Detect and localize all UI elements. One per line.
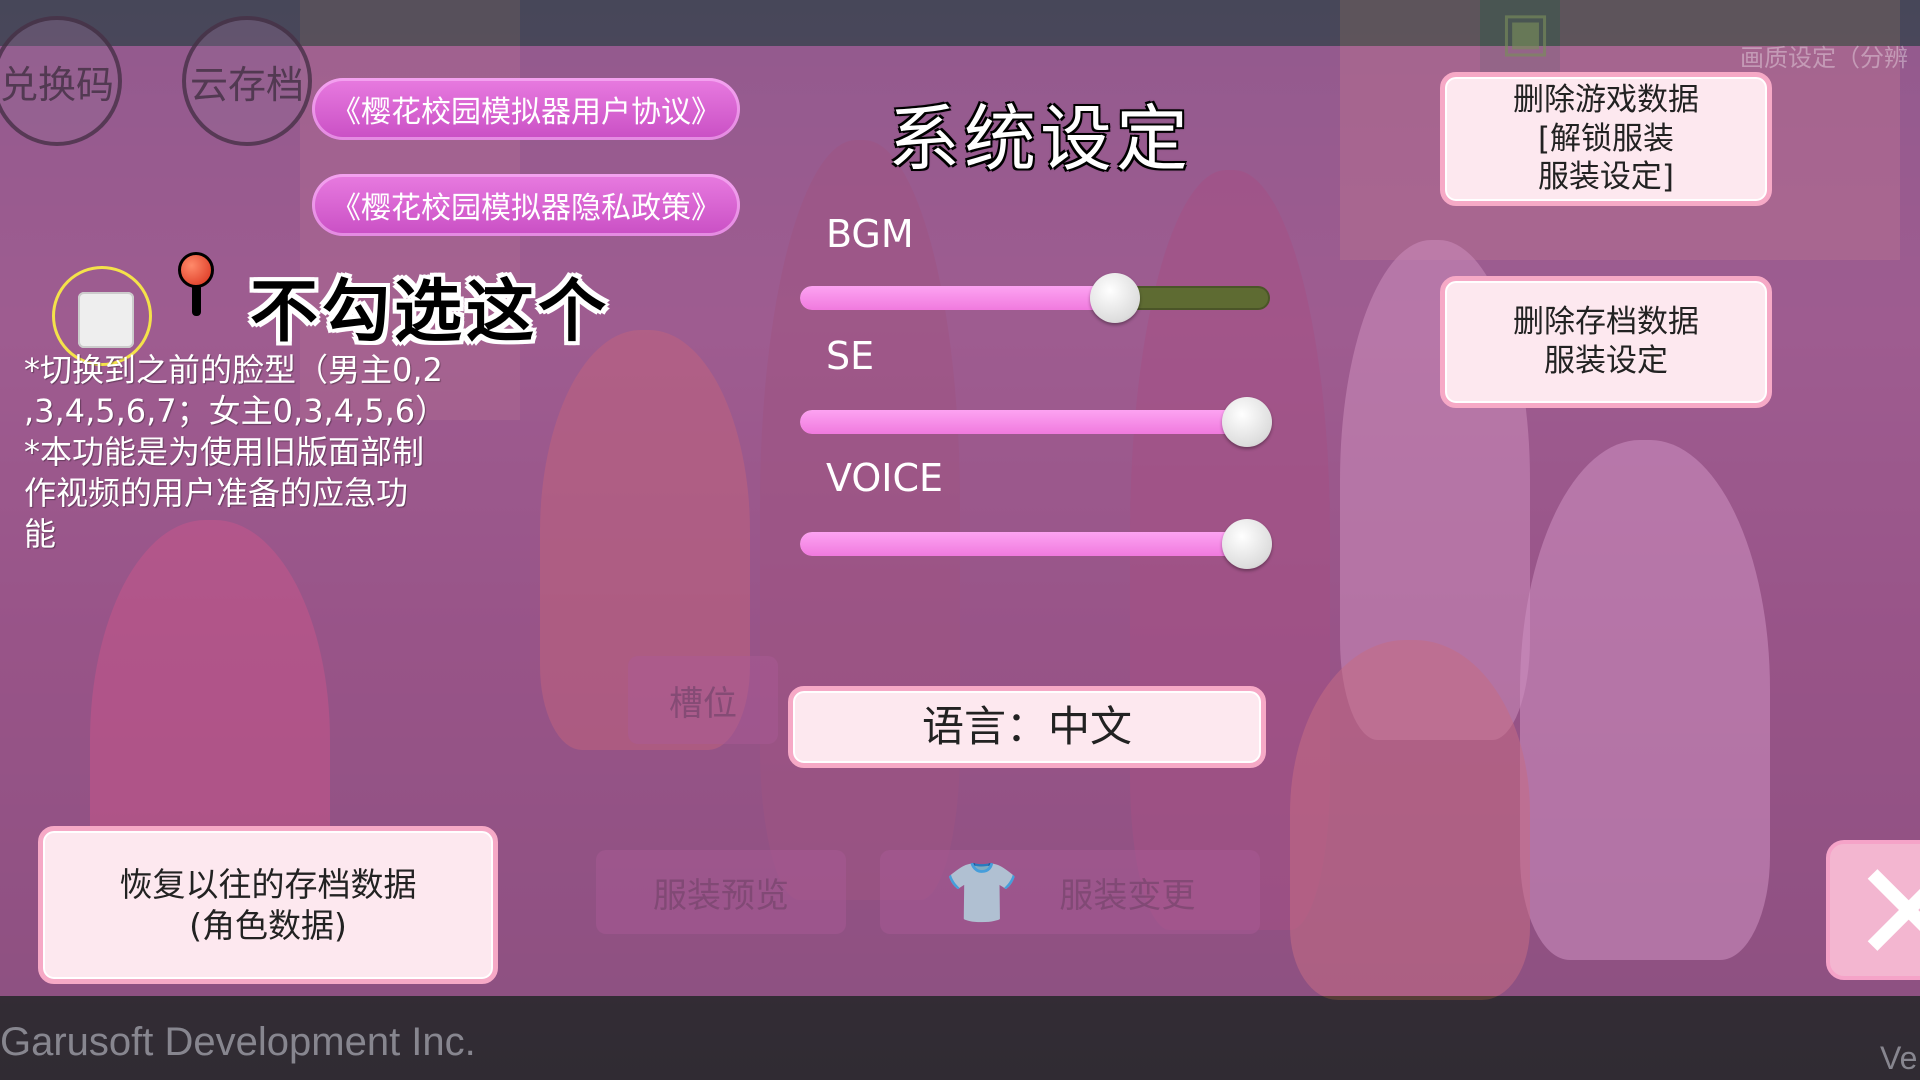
legacy-face-note: *切换到之前的脸型（男主0,2 ,3,4,5,6,7；女主0,3,4,5,6） …: [24, 351, 448, 553]
bgm-label: BGM: [826, 212, 914, 256]
delete-game-data-line-3: 服装设定]: [1537, 159, 1675, 196]
pin-icon: [178, 252, 214, 288]
delete-game-data-line-2: [解锁服装: [1537, 120, 1675, 157]
company-credit: Garusoft Development Inc.: [0, 1020, 476, 1064]
se-slider-fill: [800, 410, 1247, 434]
close-icon: ✕: [1850, 844, 1920, 976]
voice-slider-thumb[interactable]: [1221, 519, 1272, 569]
pin-icon-stem: [192, 286, 201, 316]
bgm-slider-fill: [800, 286, 1115, 310]
voice-slider[interactable]: [800, 519, 1272, 569]
voice-slider-fill: [800, 532, 1247, 556]
restore-save-data-line-2: (角色数据): [189, 906, 347, 945]
page-title: 系统设定: [887, 97, 1192, 181]
cloud-save-button[interactable]: 云存档: [182, 16, 312, 146]
se-slider-thumb[interactable]: [1221, 397, 1272, 447]
shirt-icon: 👕: [944, 857, 1020, 928]
bgm-slider[interactable]: [800, 273, 1270, 323]
restore-save-data-button[interactable]: 恢复以往的存档数据 (角色数据): [38, 826, 498, 984]
close-button[interactable]: ✕: [1826, 840, 1920, 980]
delete-game-data-button[interactable]: 删除游戏数据 [解锁服装 服装设定]: [1440, 72, 1772, 206]
restore-save-data-line-1: 恢复以往的存档数据: [119, 864, 417, 904]
version-label: Ve: [1880, 1040, 1918, 1076]
legacy-face-checkbox[interactable]: [78, 292, 134, 348]
background-sign-icon: ▣: [1500, 0, 1552, 63]
delete-save-data-line-2: 服装设定: [1544, 343, 1668, 379]
bgm-slider-thumb[interactable]: [1089, 273, 1140, 323]
background-costume-change-label: 服装变更: [1059, 875, 1196, 916]
language-button-label: 语言：中文: [921, 701, 1132, 751]
delete-save-data-line-1: 删除存档数据: [1513, 304, 1699, 341]
user-agreement-link[interactable]: 《樱花校园模拟器用户协议》: [312, 78, 740, 140]
graphics-setting-label: 画质设定（分辨: [1740, 44, 1908, 72]
delete-save-data-button[interactable]: 删除存档数据 服装设定: [1440, 276, 1772, 408]
language-button[interactable]: 语言：中文: [788, 686, 1266, 768]
voice-label: VOICE: [826, 456, 943, 500]
background-costume-preview: 服装预览: [596, 850, 846, 934]
delete-game-data-line-1: 删除游戏数据: [1513, 81, 1699, 118]
background-costume-change: 👕 服装变更: [880, 850, 1260, 934]
annotation-text: 不勾选这个: [250, 273, 611, 352]
background-slot-label: 槽位: [628, 656, 778, 744]
privacy-policy-link[interactable]: 《樱花校园模拟器隐私政策》: [312, 174, 740, 236]
se-slider[interactable]: [800, 397, 1272, 447]
se-label: SE: [826, 334, 875, 378]
